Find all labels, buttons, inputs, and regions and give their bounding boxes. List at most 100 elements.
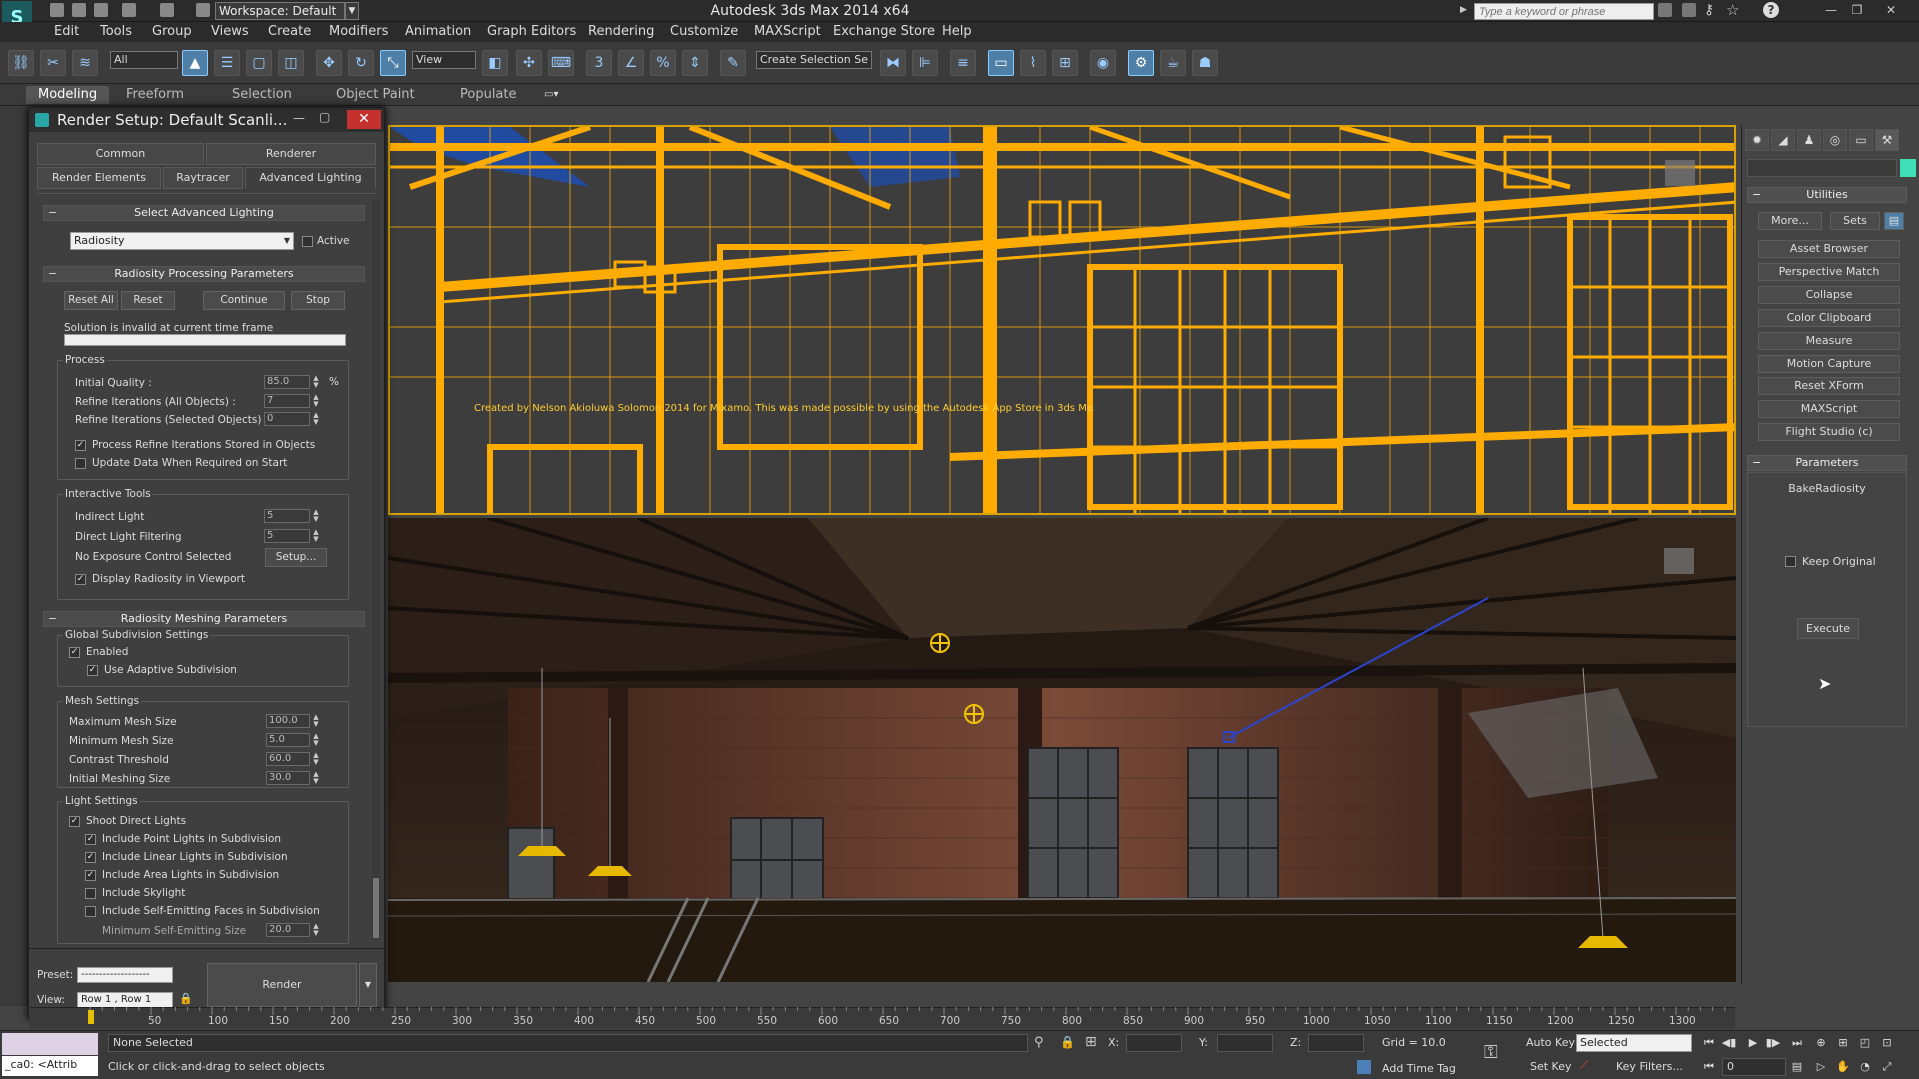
key-tangent-icon[interactable]: ⟋ [1580,1058,1588,1073]
window-crossing-icon[interactable]: ◫ [278,50,304,76]
expand-arrow-icon[interactable]: ▶ [1460,5,1467,15]
viewport-perspective-shaded[interactable] [388,518,1736,982]
x-coordinate-field[interactable] [1126,1034,1182,1052]
min-mesh-size-spinner[interactable]: 5.0 [266,733,310,747]
ribbon-tab-object-paint[interactable]: Object Paint [324,86,427,104]
ribbon-tab-populate[interactable]: Populate [448,86,529,104]
bind-space-warp-icon[interactable]: ≋ [72,50,98,76]
shoot-direct-lights-checkbox[interactable]: ✓ [69,816,80,827]
select-by-name-icon[interactable]: ☰ [214,50,240,76]
create-tab-icon[interactable]: ✹ [1745,129,1769,151]
scrollbar-thumb[interactable] [373,878,379,938]
spinner-arrows-icon[interactable]: ▲ ▼ [312,752,320,766]
flight-studio-button[interactable]: Flight Studio (c) [1758,423,1900,441]
menu-create[interactable]: Create [268,22,311,42]
restore-icon[interactable]: ❐ [1846,2,1868,18]
maxscript-button[interactable]: MAXScript [1758,400,1900,418]
dialog-scrollbar[interactable] [372,200,380,940]
indirect-light-spinner[interactable]: 5 [264,509,310,523]
current-frame-field[interactable]: 0 [1722,1058,1786,1076]
menu-help[interactable]: Help [942,22,972,42]
select-adv-lighting-header[interactable]: − Select Advanced Lighting [43,205,365,221]
display-tab-icon[interactable]: ▭ [1849,129,1873,151]
reference-coord-dropdown[interactable]: View [412,51,476,69]
new-file-icon[interactable] [50,3,64,17]
manipulate-icon[interactable]: ✣ [516,50,542,76]
help-icon[interactable]: ? [1763,2,1779,18]
menu-graph-editors[interactable]: Graph Editors [487,22,576,42]
meshing-params-header[interactable]: − Radiosity Meshing Parameters [43,611,365,627]
play-icon[interactable]: ▶ [1744,1034,1762,1052]
zoom-all-icon[interactable]: ⊞ [1834,1034,1852,1052]
min-self-emitting-spinner[interactable]: 20.0 [266,923,310,937]
percent-snap-icon[interactable]: % [650,50,676,76]
spinner-arrows-icon[interactable]: ▲ ▼ [312,412,320,426]
z-coordinate-field[interactable] [1308,1034,1364,1052]
keep-original-checkbox[interactable] [1785,556,1796,567]
collapse-button[interactable]: Collapse [1758,286,1900,304]
search-input[interactable] [1474,3,1654,20]
modify-tab-icon[interactable]: ◢ [1771,129,1795,151]
self-emitting-checkbox[interactable] [85,906,96,917]
tab-renderer[interactable]: Renderer [206,143,376,165]
process-refine-checkbox[interactable]: ✓ [75,440,86,451]
menu-customize[interactable]: Customize [670,22,738,42]
menu-animation[interactable]: Animation [405,22,471,42]
zoom-extents-icon[interactable]: ◰ [1856,1034,1874,1052]
binoculars-icon[interactable] [1658,3,1672,17]
mini-listener-top[interactable] [2,1033,98,1055]
subscription-icon[interactable] [1682,3,1696,17]
tab-render-elements[interactable]: Render Elements [37,167,161,189]
time-tag-icon[interactable] [1357,1060,1371,1074]
next-frame-icon[interactable]: ▮▶ [1764,1034,1782,1052]
menu-maxscript[interactable]: MAXScript [754,22,821,42]
max-mesh-size-spinner[interactable]: 100.0 [266,714,310,728]
selection-filter-dropdown[interactable]: All [110,51,178,69]
tab-advanced-lighting[interactable]: Advanced Lighting [245,167,376,189]
adv-lighting-dropdown[interactable]: Radiosity [70,232,294,250]
go-to-end-icon[interactable]: ⏭ [1788,1034,1806,1052]
configure-button-sets-icon[interactable]: ▤ [1884,212,1904,230]
contrast-threshold-spinner[interactable]: 60.0 [266,752,310,766]
viewport-top-wireframe[interactable]: Created by Nelson Akioluwa Solomon 2014 … [388,125,1736,515]
spinner-arrows-icon[interactable]: ▲ ▼ [312,714,320,728]
key-mode-toggle-icon[interactable]: ⏮ [1700,1058,1718,1076]
display-radiosity-checkbox[interactable]: ✓ [75,574,86,585]
asset-browser-button[interactable]: Asset Browser [1758,240,1900,258]
select-and-link-icon[interactable]: ⛓ [8,50,34,76]
view-dropdown[interactable]: Row 1 , Row 1 [77,992,173,1008]
motion-capture-button[interactable]: Motion Capture [1758,355,1900,373]
color-clipboard-button[interactable]: Color Clipboard [1758,309,1900,327]
add-time-tag-label[interactable]: Add Time Tag [1382,1062,1456,1075]
graphite-ribbon-icon[interactable]: ▭ [988,50,1014,76]
chevron-down-icon[interactable]: ▼ [280,234,294,248]
y-coordinate-field[interactable] [1217,1034,1273,1052]
menu-views[interactable]: Views [211,22,249,42]
tab-common[interactable]: Common [37,143,204,165]
enabled-checkbox[interactable]: ✓ [69,647,80,658]
reset-xform-button[interactable]: Reset XForm [1758,377,1900,395]
keyboard-shortcut-override-icon[interactable]: ⌨ [548,50,574,76]
hierarchy-tab-icon[interactable]: ♟ [1797,129,1821,151]
spinner-arrows-icon[interactable]: ▲ ▼ [312,529,320,543]
more-button[interactable]: More... [1758,212,1822,230]
workspace-dropdown[interactable]: Workspace: Default [215,2,345,20]
edit-named-selection-icon[interactable]: ✎ [720,50,746,76]
field-of-view-icon[interactable]: ▷ [1812,1058,1830,1076]
refine-selected-spinner[interactable]: 0 [264,412,310,426]
render-setup-icon[interactable]: ⚙ [1128,50,1154,76]
setup-button[interactable]: Setup... [265,548,327,567]
auto-key-button[interactable]: Auto Key [1526,1036,1575,1049]
undo-icon[interactable] [122,3,136,17]
align-icon[interactable]: ⊫ [912,50,938,76]
save-file-icon[interactable] [94,3,108,17]
active-checkbox[interactable] [302,236,313,247]
tab-raytracer[interactable]: Raytracer [163,167,243,189]
render-production-icon[interactable]: ☗ [1192,50,1218,76]
previous-frame-icon[interactable]: ◀▮ [1720,1034,1738,1052]
time-configuration-icon[interactable]: ▤ [1788,1058,1806,1076]
rectangular-selection-icon[interactable]: ▢ [246,50,272,76]
absolute-mode-icon[interactable]: ⊞ [1085,1034,1097,1050]
execute-button[interactable]: Execute [1797,618,1859,639]
mirror-icon[interactable]: ⧓ [880,50,906,76]
